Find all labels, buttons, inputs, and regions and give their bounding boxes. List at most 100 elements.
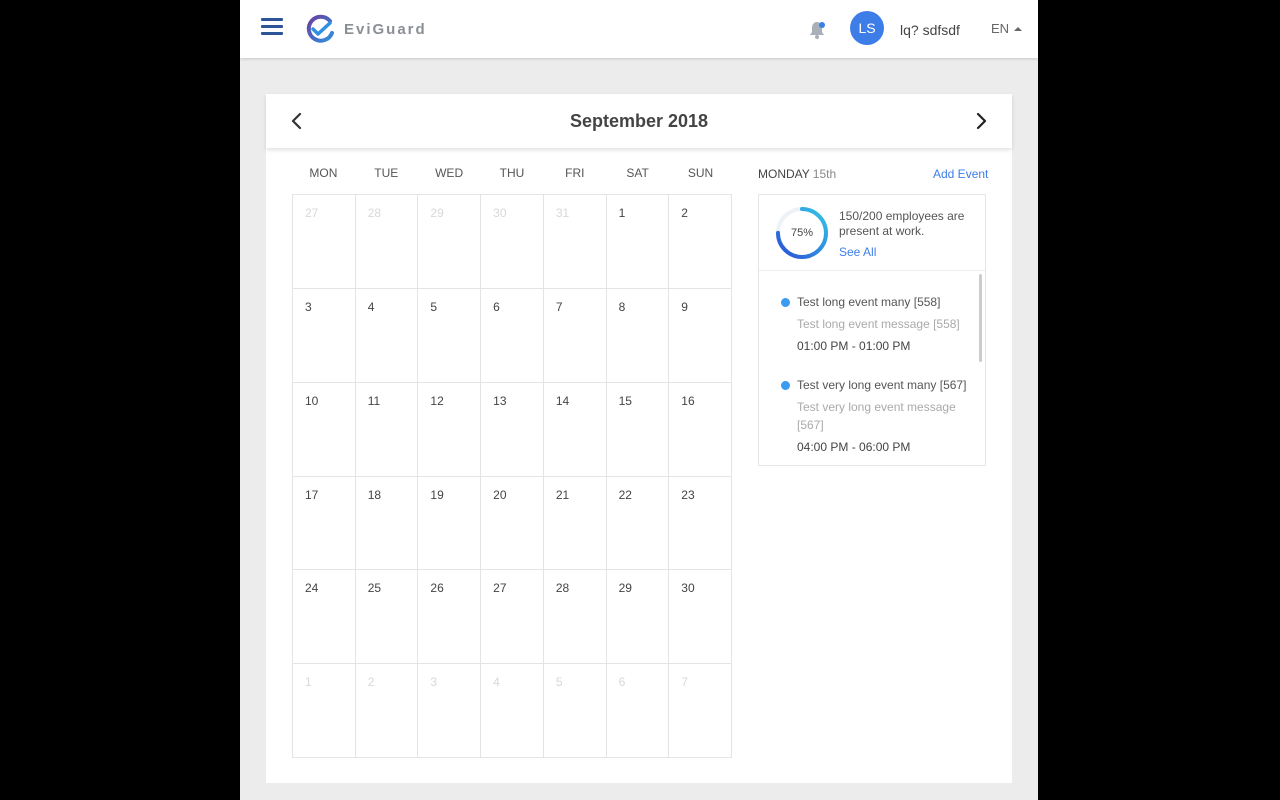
weekday-label: WED	[435, 166, 464, 180]
day-cell[interactable]: 5	[543, 664, 607, 758]
day-cell[interactable]: 1	[606, 195, 670, 289]
day-number: 10	[305, 393, 319, 408]
day-number: 16	[681, 393, 695, 408]
day-cell[interactable]: 13	[481, 382, 544, 477]
day-number: 8	[618, 299, 626, 314]
day-number: 5	[555, 675, 563, 690]
weekday-label: FRI	[565, 166, 585, 180]
day-cell[interactable]: 16	[669, 382, 732, 477]
day-number: 2	[681, 206, 688, 220]
calendar-header: September 2018	[266, 94, 1012, 148]
weekday-label: MON	[309, 166, 338, 180]
add-event-link[interactable]: Add Event	[933, 167, 988, 181]
day-cell[interactable]: 10	[293, 382, 356, 477]
day-cell[interactable]: 3	[418, 664, 482, 758]
day-cell[interactable]: 20	[481, 476, 544, 571]
day-number: 29	[618, 581, 632, 596]
day-cell[interactable]: 19	[418, 476, 482, 571]
day-cell[interactable]: 21	[543, 476, 607, 571]
day-number: 13	[493, 393, 507, 408]
day-cell[interactable]: 28	[543, 570, 607, 665]
day-cell[interactable]: 15	[606, 382, 670, 477]
language-label: EN	[991, 21, 1010, 36]
day-cell[interactable]: 12	[418, 382, 482, 477]
day-cell[interactable]: 31	[543, 195, 607, 289]
day-number: 6	[493, 299, 500, 314]
day-cell[interactable]: 6	[606, 664, 670, 758]
app-window: EviGuard LS lq? sdfsdf EN September 2018	[240, 0, 1038, 800]
event-time: 04:00 PM - 06:00 PM	[797, 440, 911, 454]
day-number: 28	[555, 581, 570, 596]
month-title: September 2018	[569, 111, 709, 131]
day-number: 29	[430, 206, 444, 220]
day-cell[interactable]: 4	[355, 288, 419, 383]
day-cell[interactable]: 6	[481, 288, 544, 383]
day-cell[interactable]: 9	[669, 288, 732, 383]
day-cell[interactable]: 30	[481, 195, 544, 289]
day-cell[interactable]: 3	[293, 288, 356, 383]
day-cell[interactable]: 25	[355, 570, 419, 665]
event-list-scrollbar[interactable]	[979, 274, 982, 362]
day-number: 22	[618, 487, 632, 502]
presence-percent: 75%	[790, 227, 814, 239]
top-bar: EviGuard LS lq? sdfsdf EN	[240, 0, 1038, 58]
day-cell[interactable]: 7	[669, 664, 732, 758]
see-all-link[interactable]: See All	[839, 245, 876, 259]
day-number: 17	[305, 487, 319, 502]
weekday-label: TUE	[374, 166, 399, 180]
day-number: 3	[305, 299, 312, 314]
event-dot	[781, 298, 790, 307]
day-cell[interactable]: 29	[418, 195, 482, 289]
language-selector[interactable]: EN	[991, 21, 1023, 36]
day-number: 27	[305, 206, 319, 220]
event-item[interactable]: Test very long event many [567] Test ver…	[781, 378, 971, 462]
weekday-label: THU	[499, 166, 525, 180]
user-name[interactable]: lq? sdfsdf	[900, 22, 960, 38]
day-number: 31	[555, 206, 570, 220]
caret-up-icon	[1014, 26, 1023, 31]
event-time: 01:00 PM - 01:00 PM	[797, 339, 911, 353]
day-cell[interactable]: 22	[606, 476, 670, 571]
day-cell[interactable]: 23	[669, 476, 732, 571]
weekday-header: MON TUE WED THU FRI SAT SUN	[292, 166, 732, 180]
day-cell[interactable]: 27	[481, 570, 544, 665]
day-cell[interactable]: 17	[293, 476, 356, 571]
day-cell[interactable]: 28	[355, 195, 419, 289]
day-number: 11	[367, 393, 381, 408]
day-cell[interactable]: 2	[669, 195, 732, 289]
event-dot	[781, 381, 790, 390]
bell-icon[interactable]	[807, 20, 827, 40]
day-cell[interactable]: 5	[418, 288, 482, 383]
day-cell[interactable]: 4	[481, 664, 544, 758]
day-cell[interactable]: 18	[355, 476, 419, 571]
day-number: 9	[681, 299, 688, 314]
day-cell[interactable]: 24	[293, 570, 356, 665]
day-cell[interactable]: 14	[543, 382, 607, 477]
day-cell[interactable]: 11	[355, 382, 419, 477]
selected-day-number: 15th	[812, 167, 837, 181]
day-cell[interactable]: 2	[355, 664, 419, 758]
day-number: 6	[618, 675, 626, 690]
day-cell[interactable]: 30	[669, 570, 732, 665]
menu-icon[interactable]	[261, 16, 285, 36]
day-cell[interactable]: 8	[606, 288, 670, 383]
day-number: 21	[555, 487, 570, 502]
weekday-label: SAT	[626, 166, 649, 180]
presence-summary: 75% 150/200 employees are present at wor…	[759, 195, 985, 271]
day-cell[interactable]: 29	[606, 570, 670, 665]
calendar-card: September 2018 MON TUE WED THU FRI SAT SUN 27 2…	[266, 94, 1012, 783]
day-number: 30	[493, 206, 507, 220]
next-month-button[interactable]	[970, 110, 992, 132]
day-cell[interactable]: 7	[543, 288, 607, 383]
day-cell[interactable]: 27	[293, 195, 356, 289]
weekday-label: SUN	[687, 166, 714, 180]
event-item[interactable]: Test long event many [558] Test long eve…	[781, 295, 971, 365]
day-number: 28	[367, 206, 382, 220]
day-number: 23	[681, 487, 695, 502]
day-panel: 75% 150/200 employees are present at wor…	[758, 194, 986, 466]
day-cell[interactable]: 26	[418, 570, 482, 665]
event-message: Test long event message [558]	[797, 317, 960, 331]
day-cell[interactable]: 1	[293, 664, 356, 758]
avatar[interactable]: LS	[850, 11, 884, 45]
day-number: 7	[681, 675, 688, 690]
